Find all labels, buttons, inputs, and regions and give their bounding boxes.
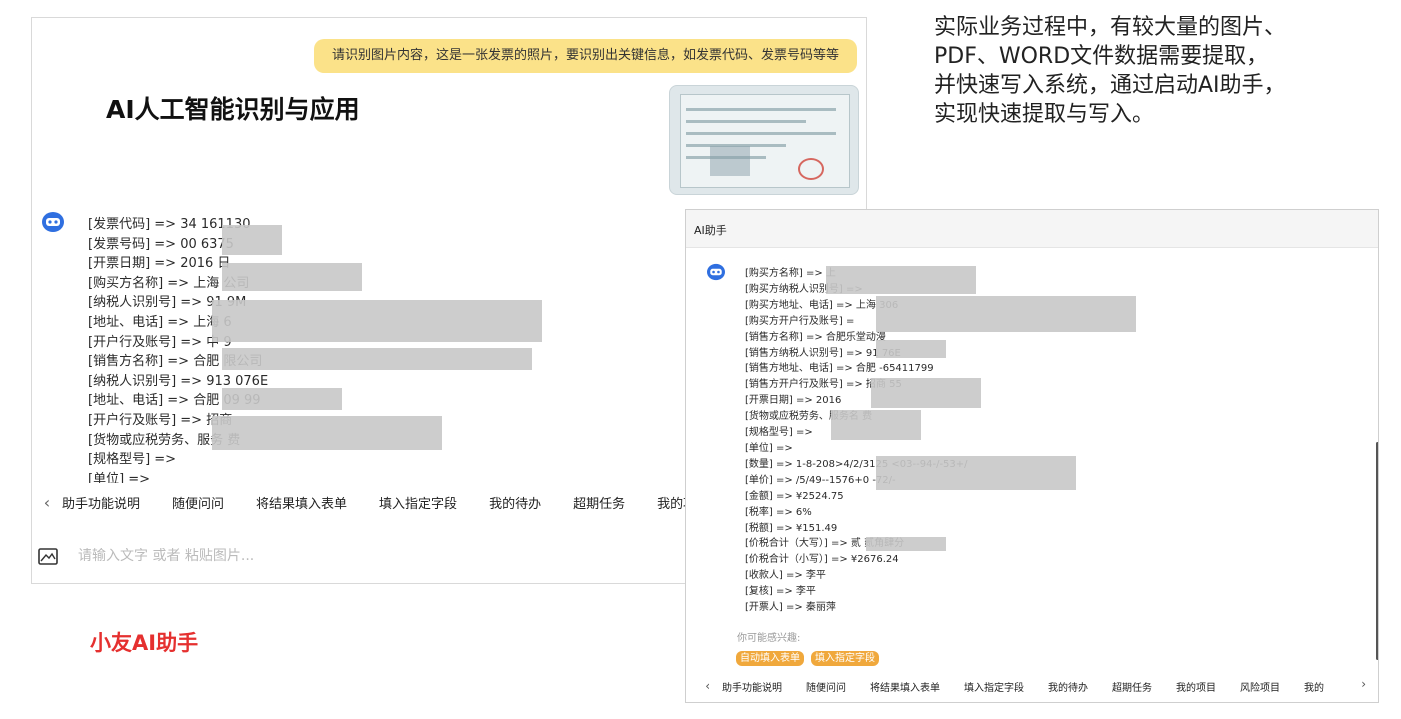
- suggestion-chip[interactable]: 填入指定字段: [811, 651, 879, 666]
- privacy-blur: [222, 348, 532, 370]
- result-line: [销售方地址、电话] => 合肥 -65411799: [745, 363, 934, 375]
- scrollbar[interactable]: [1376, 442, 1378, 660]
- chevron-left-icon[interactable]: ‹: [32, 493, 62, 512]
- image-upload-icon[interactable]: [38, 547, 58, 565]
- result-line: [单位] =>: [88, 471, 151, 483]
- result-line: [价税合计（大写）] => 贰 贰角肆分: [745, 538, 905, 550]
- quick-action-chip[interactable]: 随便问问: [806, 679, 846, 694]
- panel-title: AI助手: [694, 224, 727, 237]
- description-line: 实际业务过程中，有较大量的图片、: [934, 15, 1287, 40]
- description-line: 并快速写入系统，通过启动AI助手，: [934, 73, 1286, 98]
- quick-action-chip[interactable]: 随便问问: [172, 493, 224, 512]
- result-line: [价税合计（小写）] => ¥2676.24: [745, 554, 899, 566]
- privacy-blur: [212, 300, 542, 342]
- privacy-blur: [212, 416, 442, 450]
- result-line: [发票代码] => 34 161130: [88, 217, 251, 232]
- result-line: [收款人] => 李平: [745, 570, 826, 582]
- privacy-blur: [871, 378, 981, 408]
- ai-assistant-panel: AI助手 [购买方名称] => 上 [购买方纳税人识别号] => [购买方地址、电话…: [685, 209, 1379, 703]
- chevron-right-icon[interactable]: ›: [1359, 677, 1366, 691]
- privacy-blur: [222, 263, 362, 291]
- result-line: [销售方纳税人识别号] => 91 76E: [745, 347, 901, 359]
- quick-action-chip[interactable]: 将结果填入表单: [256, 493, 347, 512]
- privacy-blur: [826, 266, 976, 294]
- privacy-blur: [222, 388, 342, 410]
- quick-action-chip[interactable]: 助手功能说明: [62, 493, 140, 512]
- quick-action-chip[interactable]: 将结果填入表单: [870, 679, 940, 694]
- result-line: [税率] => 6%: [745, 506, 812, 518]
- privacy-blur: [876, 456, 1076, 490]
- quick-action-chip[interactable]: 我的: [1304, 679, 1324, 694]
- privacy-blur: [876, 340, 946, 358]
- result-line: [开票人] => 秦丽萍: [745, 602, 836, 614]
- privacy-blur: [876, 296, 1136, 332]
- result-line: [开票日期] => 2016: [745, 395, 842, 407]
- robot-avatar-icon: [41, 211, 65, 237]
- description-text: 实际业务过程中，有较大量的图片、 PDF、WORD文件数据需要提取， 并快速写入系统…: [934, 13, 1394, 129]
- result-line: [规格型号] =>: [745, 427, 813, 439]
- quick-action-chip[interactable]: 填入指定字段: [964, 679, 1024, 694]
- quick-action-chip[interactable]: 填入指定字段: [379, 493, 457, 512]
- result-line: [销售方名称] => 合肥乐堂动漫: [745, 331, 886, 343]
- robot-avatar-icon: [706, 263, 726, 285]
- result-line: [税额] => ¥151.49: [745, 522, 838, 534]
- description-line: 实现快速提取与写入。: [934, 102, 1155, 127]
- description-line: PDF、WORD文件数据需要提取，: [934, 44, 1269, 69]
- privacy-blur: [222, 225, 282, 255]
- result-line: [金额] => ¥2524.75: [745, 490, 844, 502]
- chat-input[interactable]: [78, 548, 578, 564]
- chevron-left-icon[interactable]: ‹: [686, 679, 722, 693]
- panel-heading: AI人工智能识别与应用: [106, 95, 360, 124]
- result-line: [复核] => 李平: [745, 586, 816, 598]
- quick-action-chip[interactable]: 我的待办: [1048, 679, 1088, 694]
- quick-action-chip[interactable]: 超期任务: [1112, 679, 1152, 694]
- result-line: [发票号码] => 00 6375: [88, 236, 234, 252]
- invoice-photo-thumbnail[interactable]: [669, 85, 859, 195]
- panel-header: AI助手: [686, 210, 1378, 248]
- quick-action-chip[interactable]: 超期任务: [573, 493, 625, 512]
- interest-label: 你可能感兴趣:: [737, 633, 801, 644]
- quick-action-bar: ‹ 助手功能说明 随便问问 将结果填入表单 填入指定字段 我的待办 超期任务 我的项目 风险项…: [686, 675, 1378, 697]
- quick-action-chip[interactable]: 助手功能说明: [722, 679, 782, 694]
- result-line: [规格型号] =>: [88, 452, 177, 468]
- quick-action-chip[interactable]: 风险项目: [1240, 679, 1280, 694]
- result-line: [货物或应税劳务、服务名 费: [745, 411, 873, 423]
- privacy-blur: [831, 410, 921, 440]
- quick-action-chip[interactable]: 我的待办: [489, 493, 541, 512]
- suggestion-chip[interactable]: 自动填入表单: [736, 651, 804, 666]
- result-line: [销售方开户行及账号] => 招商 55: [745, 379, 902, 391]
- user-message-bubble: 请识别图片内容，这是一张发票的照片，要识别出关键信息，如发票代码、发票号码等等: [314, 39, 857, 73]
- quick-action-chip[interactable]: 我的项目: [1176, 679, 1216, 694]
- result-line: [单位] =>: [745, 442, 793, 454]
- suggestion-chips: 自动填入表单 填入指定字段: [736, 651, 886, 666]
- privacy-blur: [866, 537, 946, 551]
- assistant-caption: 小友AI助手: [90, 631, 199, 655]
